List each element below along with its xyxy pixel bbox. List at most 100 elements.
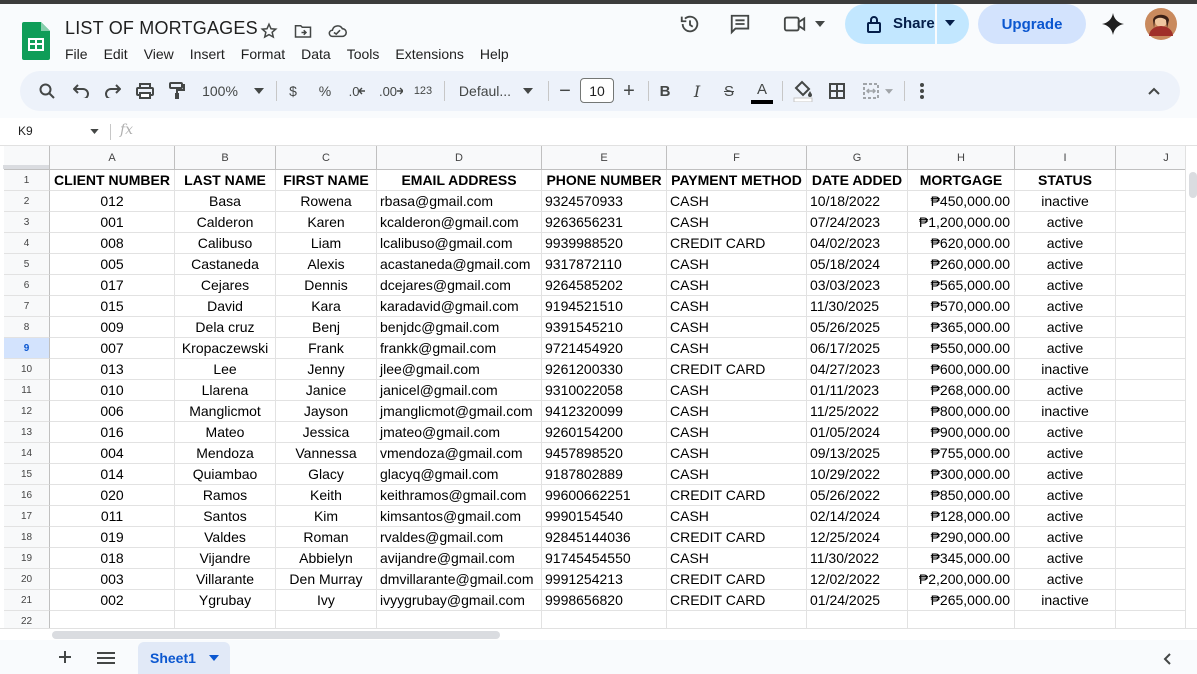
menu-file[interactable]: File: [65, 46, 96, 62]
cell[interactable]: ₱900,000.00: [908, 422, 1015, 443]
row-header-19[interactable]: 19: [4, 548, 50, 569]
cell[interactable]: 9317872110: [542, 254, 667, 275]
row-header-12[interactable]: 12: [4, 401, 50, 422]
cell[interactable]: 006: [50, 401, 175, 422]
cell[interactable]: kcalderon@gmail.com: [377, 212, 542, 233]
gemini-sparkle-icon[interactable]: [1098, 4, 1128, 44]
row-header-1[interactable]: 1: [4, 170, 50, 191]
cell[interactable]: 9721454920: [542, 338, 667, 359]
borders-icon[interactable]: [824, 71, 850, 111]
cell[interactable]: [1116, 401, 1185, 422]
search-menus-icon[interactable]: [34, 71, 60, 111]
cell[interactable]: [1116, 296, 1185, 317]
cell[interactable]: 02/14/2024: [807, 506, 908, 527]
row-header-4[interactable]: 4: [4, 233, 50, 254]
menu-help[interactable]: Help: [480, 46, 517, 62]
row-header-17[interactable]: 17: [4, 506, 50, 527]
cell[interactable]: 01/11/2023: [807, 380, 908, 401]
comments-icon[interactable]: [726, 4, 754, 44]
cell[interactable]: 07/24/2023: [807, 212, 908, 233]
cell[interactable]: 012: [50, 191, 175, 212]
cell[interactable]: CASH: [667, 296, 807, 317]
add-sheet-icon[interactable]: [58, 650, 72, 664]
cell[interactable]: Rowena: [276, 191, 377, 212]
vertical-scroll-thumb[interactable]: [1189, 172, 1197, 198]
cell[interactable]: active: [1015, 464, 1116, 485]
cell[interactable]: 014: [50, 464, 175, 485]
cell[interactable]: Lee: [175, 359, 276, 380]
undo-icon[interactable]: [68, 71, 94, 111]
cell[interactable]: ₱570,000.00: [908, 296, 1015, 317]
cell[interactable]: Keith: [276, 485, 377, 506]
cell[interactable]: 018: [50, 548, 175, 569]
cell[interactable]: keithramos@gmail.com: [377, 485, 542, 506]
select-all-corner[interactable]: [3, 146, 50, 170]
cell[interactable]: inactive: [1015, 359, 1116, 380]
header-cell[interactable]: PHONE NUMBER: [542, 170, 667, 191]
cell[interactable]: [1116, 191, 1185, 212]
cell[interactable]: 04/02/2023: [807, 233, 908, 254]
cell[interactable]: 013: [50, 359, 175, 380]
cell[interactable]: CASH: [667, 317, 807, 338]
cell[interactable]: [377, 611, 542, 628]
share-button[interactable]: Share: [845, 4, 969, 44]
cell[interactable]: active: [1015, 254, 1116, 275]
cell[interactable]: [1015, 611, 1116, 628]
cell[interactable]: Manglicmot: [175, 401, 276, 422]
increase-font-size-button[interactable]: +: [618, 71, 640, 111]
cell[interactable]: 015: [50, 296, 175, 317]
font-select[interactable]: Defaul...: [452, 71, 540, 111]
row-header-2[interactable]: 2: [4, 191, 50, 212]
cell[interactable]: [807, 611, 908, 628]
cell[interactable]: jlee@gmail.com: [377, 359, 542, 380]
cell[interactable]: 05/26/2025: [807, 317, 908, 338]
cell[interactable]: 99600662251: [542, 485, 667, 506]
cell[interactable]: Castaneda: [175, 254, 276, 275]
all-sheets-icon[interactable]: [97, 652, 115, 664]
percent-format-button[interactable]: %: [314, 71, 336, 111]
cell[interactable]: CASH: [667, 422, 807, 443]
cell[interactable]: inactive: [1015, 590, 1116, 611]
cell[interactable]: [276, 611, 377, 628]
cell[interactable]: 03/03/2023: [807, 275, 908, 296]
cell[interactable]: Calibuso: [175, 233, 276, 254]
cell[interactable]: Alexis: [276, 254, 377, 275]
cell[interactable]: Kropaczewski: [175, 338, 276, 359]
cell[interactable]: David: [175, 296, 276, 317]
cell[interactable]: 92845144036: [542, 527, 667, 548]
cell[interactable]: 9457898520: [542, 443, 667, 464]
row-header-8[interactable]: 8: [4, 317, 50, 338]
strikethrough-button[interactable]: S: [718, 71, 740, 111]
cell[interactable]: [1116, 506, 1185, 527]
column-header-h[interactable]: H: [908, 146, 1015, 170]
cell[interactable]: [50, 611, 175, 628]
cell[interactable]: Valdes: [175, 527, 276, 548]
cell[interactable]: glacyq@gmail.com: [377, 464, 542, 485]
zoom-select[interactable]: 100%: [198, 71, 268, 111]
cell[interactable]: avijandre@gmail.com: [377, 548, 542, 569]
cell[interactable]: active: [1015, 380, 1116, 401]
column-header-d[interactable]: D: [377, 146, 542, 170]
spreadsheet-grid[interactable]: ABCDEFGHIJ 1 CLIENT NUMBER LAST NAME FIRST …: [0, 146, 1185, 628]
cell[interactable]: ₱268,000.00: [908, 380, 1015, 401]
cell[interactable]: active: [1015, 422, 1116, 443]
cell[interactable]: 11/30/2022: [807, 548, 908, 569]
row-header-7[interactable]: 7: [4, 296, 50, 317]
cell[interactable]: active: [1015, 296, 1116, 317]
cell[interactable]: [1116, 611, 1185, 628]
cell[interactable]: CASH: [667, 191, 807, 212]
cell[interactable]: Liam: [276, 233, 377, 254]
cell[interactable]: ₱565,000.00: [908, 275, 1015, 296]
menu-format[interactable]: Format: [241, 46, 293, 62]
cell[interactable]: 010: [50, 380, 175, 401]
avatar[interactable]: [1145, 4, 1177, 44]
cell[interactable]: Calderon: [175, 212, 276, 233]
cell[interactable]: CASH: [667, 443, 807, 464]
cell[interactable]: CREDIT CARD: [667, 359, 807, 380]
cell[interactable]: lcalibuso@gmail.com: [377, 233, 542, 254]
cell[interactable]: ₱600,000.00: [908, 359, 1015, 380]
cell[interactable]: 9260154200: [542, 422, 667, 443]
row-header-16[interactable]: 16: [4, 485, 50, 506]
cell[interactable]: 11/30/2025: [807, 296, 908, 317]
row-header-6[interactable]: 6: [4, 275, 50, 296]
